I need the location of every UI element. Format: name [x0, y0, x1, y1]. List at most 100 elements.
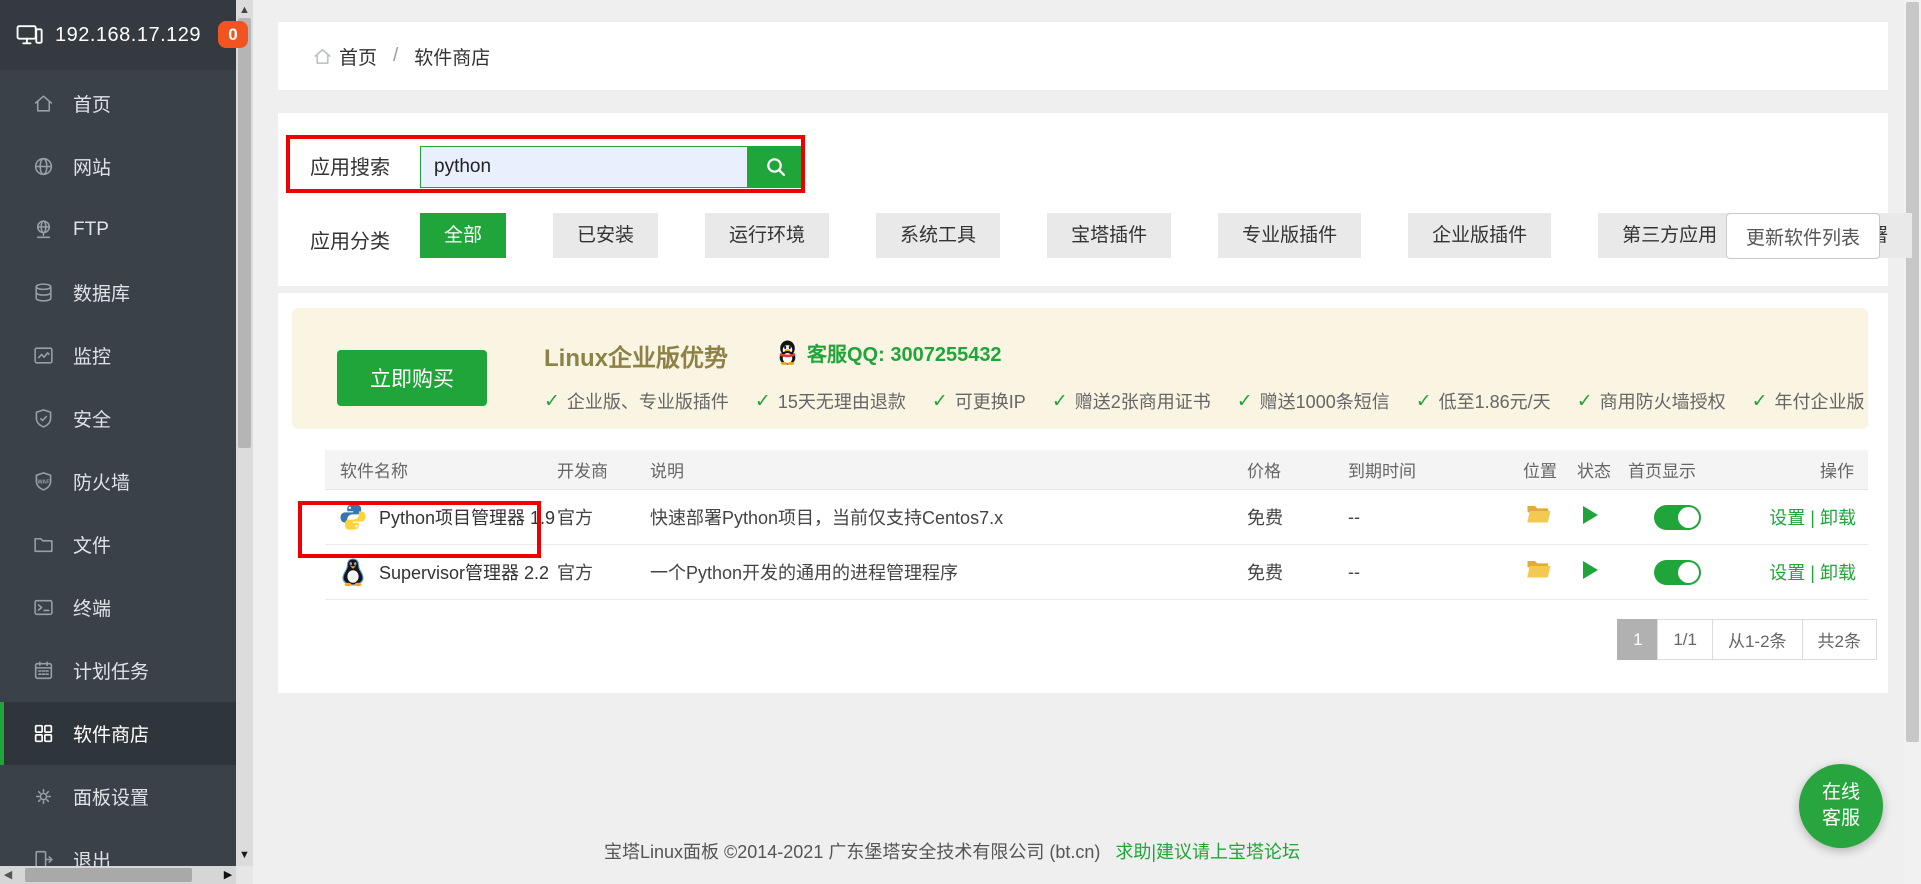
- scroll-up-arrow-icon[interactable]: ▲: [236, 2, 253, 19]
- forum-help-link[interactable]: 求助|建议请上宝塔论坛: [1115, 842, 1300, 862]
- check-icon: ✓: [932, 390, 948, 413]
- feature-item: ✓低至1.86元/天: [1416, 388, 1551, 414]
- sidebar-item-website[interactable]: 网站: [0, 135, 236, 198]
- breadcrumb-separator: /: [393, 45, 398, 67]
- scrollbar-thumb[interactable]: [1906, 2, 1919, 742]
- home-icon: [312, 46, 333, 67]
- scroll-right-arrow-icon[interactable]: ▶: [220, 866, 236, 884]
- home-display-toggle[interactable]: [1654, 560, 1701, 585]
- feature-list: ✓企业版、专业版插件 ✓15天无理由退款 ✓可更换IP ✓赠送2张商用证书 ✓赠…: [544, 388, 1864, 414]
- tab-enterprise-plugins[interactable]: 企业版插件: [1408, 213, 1551, 258]
- gear-icon: [32, 785, 55, 808]
- python-logo-icon: [338, 502, 368, 532]
- feature-item: ✓赠送2张商用证书: [1052, 388, 1211, 414]
- category-tabs: 全部 已安装 运行环境 系统工具 宝塔插件 专业版插件 企业版插件 第三方应用 …: [420, 213, 1912, 258]
- monitor-chart-icon: [32, 344, 55, 367]
- pagination: 1 1/1 从1-2条 共2条: [1618, 619, 1877, 660]
- app-search-input[interactable]: [420, 146, 748, 188]
- online-support-button[interactable]: 在线 客服: [1799, 764, 1883, 848]
- uninstall-link[interactable]: 卸载: [1820, 508, 1856, 528]
- settings-link[interactable]: 设置: [1769, 563, 1805, 583]
- tab-system-tools[interactable]: 系统工具: [876, 213, 1000, 258]
- sidebar-vertical-scrollbar[interactable]: ▲ ▼: [236, 0, 253, 866]
- toggle-knob: [1678, 562, 1699, 583]
- tab-runtime[interactable]: 运行环境: [705, 213, 829, 258]
- tab-pro-plugins[interactable]: 专业版插件: [1218, 213, 1361, 258]
- settings-link[interactable]: 设置: [1769, 508, 1805, 528]
- tux-linux-icon: [338, 557, 368, 587]
- location-cell: [1523, 504, 1577, 530]
- sidebar-item-files[interactable]: 文件: [0, 513, 236, 576]
- scrollbar-thumb[interactable]: [238, 18, 251, 448]
- page-indicator: 1/1: [1657, 619, 1713, 660]
- tab-bt-plugins[interactable]: 宝塔插件: [1047, 213, 1171, 258]
- home-display-cell: [1628, 560, 1768, 585]
- buy-now-button[interactable]: 立即购买: [337, 350, 487, 406]
- sidebar-item-database[interactable]: 数据库: [0, 261, 236, 324]
- search-button[interactable]: [748, 146, 804, 188]
- sidebar-item-security[interactable]: 安全: [0, 387, 236, 450]
- update-software-list-button[interactable]: 更新软件列表: [1726, 213, 1880, 259]
- developer-cell: 官方: [557, 504, 650, 530]
- scrollbar-thumb[interactable]: [25, 868, 192, 882]
- search-label: 应用搜索: [310, 151, 390, 180]
- page-vertical-scrollbar[interactable]: [1904, 0, 1921, 884]
- check-icon: ✓: [544, 390, 560, 413]
- tab-installed[interactable]: 已安装: [553, 213, 658, 258]
- check-icon: ✓: [1237, 390, 1253, 413]
- breadcrumb-home-link[interactable]: 首页: [312, 43, 377, 70]
- scroll-left-arrow-icon[interactable]: ◀: [0, 866, 16, 884]
- open-folder-icon[interactable]: [1526, 504, 1551, 525]
- sidebar-item-home[interactable]: 首页: [0, 72, 236, 135]
- page-number-1[interactable]: 1: [1617, 619, 1658, 660]
- copyright-text: 宝塔Linux面板 ©2014-2021 广东堡塔安全技术有限公司 (bt.cn…: [604, 842, 1100, 862]
- price-cell: 免费: [1247, 559, 1348, 585]
- folder-icon: [32, 533, 55, 556]
- app-grid-icon: [32, 722, 55, 745]
- footer: 宝塔Linux面板 ©2014-2021 广东堡塔安全技术有限公司 (bt.cn…: [0, 838, 1904, 864]
- qq-penguin-icon: [776, 340, 799, 365]
- sidebar-item-monitor[interactable]: 监控: [0, 324, 236, 387]
- tab-all[interactable]: 全部: [420, 213, 506, 258]
- feature-item: ✓企业版、专业版插件: [544, 388, 729, 414]
- software-table: 软件名称 开发商 说明 价格 到期时间 位置 状态 首页显示 操作 Python…: [325, 450, 1868, 600]
- svg-text:WAF: WAF: [37, 479, 50, 485]
- breadcrumb: 首页 / 软件商店: [278, 22, 1888, 90]
- server-header: 192.168.17.129 0: [0, 0, 236, 70]
- sidebar-item-ftp[interactable]: FTP: [0, 198, 236, 261]
- feature-item: ✓可更换IP: [932, 388, 1026, 414]
- feature-item: ✓15天无理由退款: [755, 388, 906, 414]
- running-play-icon[interactable]: [1583, 561, 1598, 579]
- action-cell: 设置 | 卸载: [1768, 504, 1868, 530]
- running-play-icon[interactable]: [1583, 506, 1598, 524]
- check-icon: ✓: [1416, 390, 1432, 413]
- tab-thirdparty[interactable]: 第三方应用: [1598, 213, 1741, 258]
- developer-cell: 官方: [557, 559, 650, 585]
- sidebar-item-firewall[interactable]: WAF 防火墙: [0, 450, 236, 513]
- banner-title: Linux企业版优势: [544, 338, 728, 373]
- software-name-cell: Supervisor管理器 2.2: [325, 557, 557, 587]
- terminal-icon: [32, 596, 55, 619]
- breadcrumb-current: 软件商店: [414, 43, 490, 70]
- check-icon: ✓: [1752, 390, 1768, 413]
- search-and-filter-card: 应用搜索 应用分类 全部 已安装 运行环境 系统工具 宝塔插件 专业版插件 企业…: [278, 113, 1888, 286]
- sidebar-item-appstore[interactable]: 软件商店: [0, 702, 236, 765]
- message-count-badge[interactable]: 0: [218, 21, 248, 48]
- action-cell: 设置 | 卸载: [1768, 559, 1868, 585]
- check-icon: ✓: [1052, 390, 1068, 413]
- toggle-knob: [1678, 507, 1699, 528]
- page-range: 从1-2条: [1712, 619, 1803, 660]
- table-header-row: 软件名称 开发商 说明 价格 到期时间 位置 状态 首页显示 操作: [325, 450, 1868, 490]
- sidebar-item-settings[interactable]: 面板设置: [0, 765, 236, 828]
- open-folder-icon[interactable]: [1526, 559, 1551, 580]
- category-label: 应用分类: [310, 225, 390, 254]
- uninstall-link[interactable]: 卸载: [1820, 563, 1856, 583]
- sidebar-item-terminal[interactable]: 终端: [0, 576, 236, 639]
- software-list-card: 立即购买 Linux企业版优势 客服QQ: 3007255432 ✓企业版、专业…: [278, 293, 1888, 693]
- feature-item: ✓商用防火墙授权: [1577, 388, 1726, 414]
- action-separator: |: [1810, 508, 1815, 528]
- sidebar-horizontal-scrollbar[interactable]: ◀ ▶: [0, 866, 236, 884]
- home-display-toggle[interactable]: [1654, 505, 1701, 530]
- feature-item: ✓年付企业版: [1752, 388, 1864, 414]
- sidebar-item-cron[interactable]: 计划任务: [0, 639, 236, 702]
